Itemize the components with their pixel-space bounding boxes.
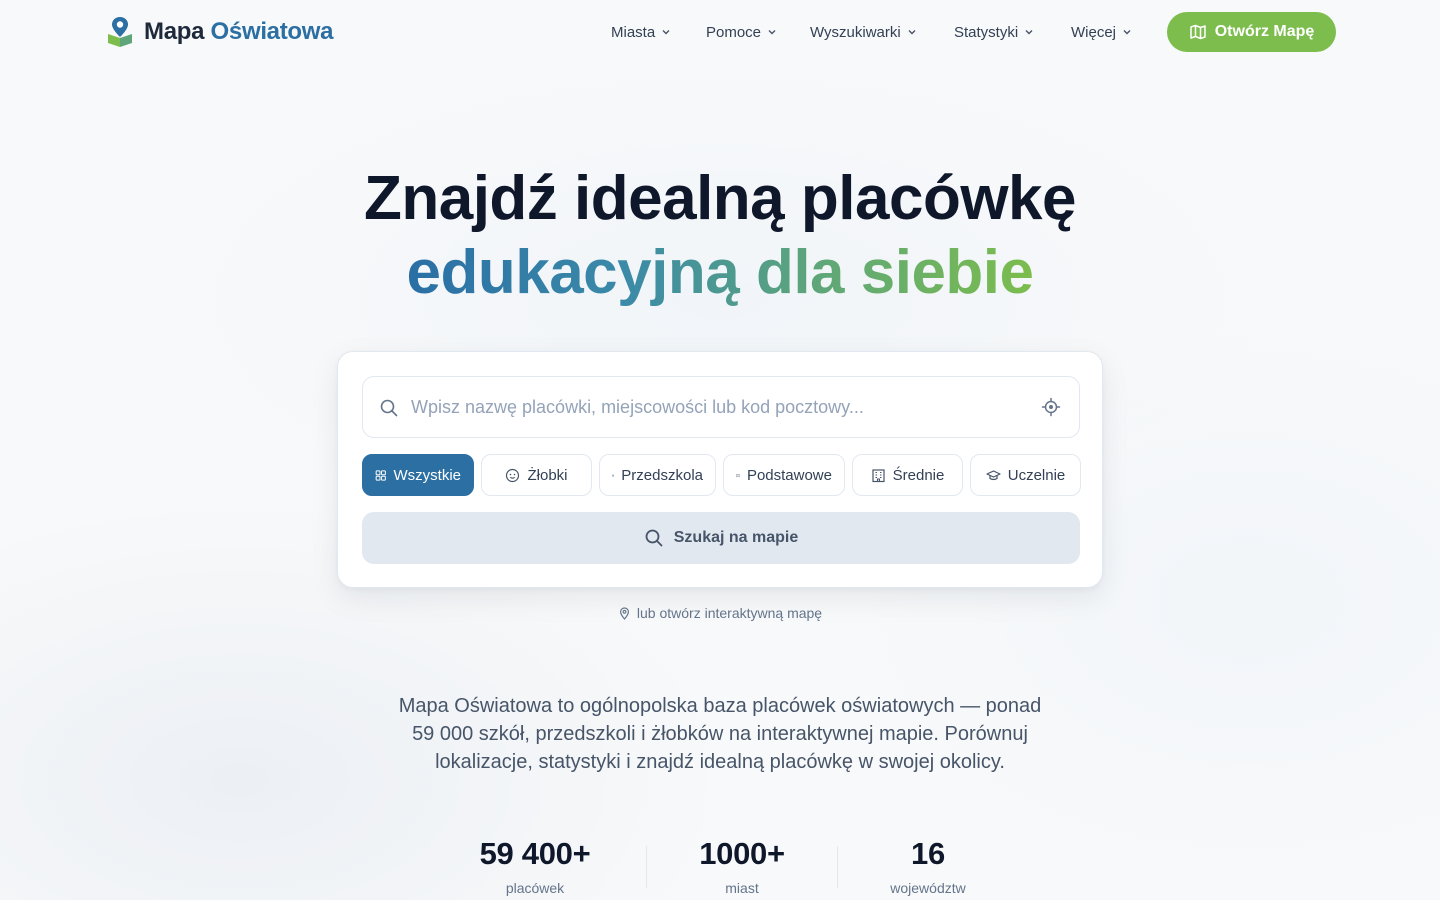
filter-label: Wszystkie [393, 466, 462, 484]
category-filters: Wszystkie Żłobki Przedszkola Podstawowe … [362, 454, 1081, 496]
search-icon [380, 399, 398, 417]
chevron-down-icon [1025, 30, 1033, 35]
chevron-down-icon [1123, 30, 1131, 35]
nav-item-wyszukiwarki[interactable]: Wyszukiwarki [810, 20, 954, 44]
filter-srednie[interactable]: Średnie [852, 454, 963, 496]
stat-wojewodztwa: 16 województw [866, 834, 990, 896]
chevron-down-icon [908, 30, 916, 35]
stat-value: 1000+ [699, 836, 785, 871]
open-interactive-map-link[interactable]: lub otwórz interaktywną mapę [0, 605, 1440, 621]
brand-name-part2: Oświatowa [210, 18, 334, 45]
nav-item-label: Pomoce [706, 23, 762, 41]
graduation-cap-icon [986, 469, 1001, 480]
main-nav: Miasta Pomoce Wyszukiwarki Statystyki Wi… [611, 20, 1141, 44]
chevron-down-icon [662, 30, 670, 35]
locate-me-icon[interactable] [1041, 397, 1061, 417]
filter-label: Podstawowe [746, 466, 832, 484]
nav-item-label: Więcej [1071, 23, 1117, 41]
nav-item-label: Wyszukiwarki [810, 23, 901, 41]
nav-item-pomoce[interactable]: Pomoce [706, 20, 810, 44]
stat-label: placówek [505, 880, 565, 896]
book-open-icon [736, 473, 740, 477]
brand-name: Mapa Oświatowa [144, 18, 334, 46]
search-box [362, 376, 1080, 438]
chevron-down-icon [768, 30, 776, 35]
search-card: Wszystkie Żłobki Przedszkola Podstawowe … [337, 351, 1103, 588]
nav-item-label: Statystyki [954, 23, 1019, 41]
open-map-button[interactable]: Otwórz Mapę [1167, 12, 1336, 52]
search-on-map-button[interactable]: Szukaj na mapie [362, 512, 1080, 564]
blocks-icon [612, 473, 615, 477]
hero-title: Znajdź idealną placówkę edukacyjną dla s… [0, 162, 1440, 310]
brand-name-part1: Mapa [144, 18, 205, 45]
nav-item-miasta[interactable]: Miasta [611, 20, 706, 44]
stats-row: 59 400+ placówek 1000+ miast 16 wojewódz… [0, 834, 1440, 900]
search-input[interactable] [411, 377, 1031, 437]
baby-icon [506, 468, 520, 482]
filter-label: Uczelnie [1007, 466, 1066, 484]
brand-logo[interactable]: Mapa Oświatowa [106, 14, 334, 50]
stat-label: miast [725, 880, 759, 896]
nav-item-label: Miasta [611, 23, 656, 41]
stat-value: 59 400+ [479, 836, 591, 871]
search-icon [645, 529, 663, 547]
stat-miasta: 1000+ miast [680, 834, 804, 896]
map-pin-book-icon [108, 17, 132, 47]
building-icon [872, 468, 885, 482]
map-pin-icon [619, 606, 629, 620]
stat-value: 16 [911, 836, 945, 871]
map-icon [1189, 24, 1206, 40]
stat-placowki: 59 400+ placówek [460, 834, 610, 896]
filter-label: Przedszkola [621, 466, 703, 484]
filter-przedszkola[interactable]: Przedszkola [599, 454, 716, 496]
site-header: Mapa Oświatowa Miasta Pomoce Wyszukiwark… [0, 0, 1440, 64]
stat-label: województw [890, 880, 966, 896]
filter-wszystkie[interactable]: Wszystkie [362, 454, 474, 496]
open-map-label: Otwórz Mapę [1214, 23, 1315, 40]
filter-label: Żłobki [527, 466, 568, 484]
nav-item-wiecej[interactable]: Więcej [1071, 20, 1141, 44]
filter-uczelnie[interactable]: Uczelnie [970, 454, 1081, 496]
map-link-label: lub otwórz interaktywną mapę [636, 605, 823, 621]
search-button-label: Szukaj na mapie [673, 529, 799, 546]
hero-title-line1: Znajdź idealną placówkę [363, 164, 1077, 233]
filter-zlobki[interactable]: Żłobki [481, 454, 592, 496]
nav-item-statystyki[interactable]: Statystyki [954, 20, 1071, 44]
grid-icon [375, 469, 386, 481]
stat-divider [646, 846, 647, 888]
stat-divider [837, 846, 838, 888]
site-description: Mapa Oświatowa to ogólnopolska baza plac… [398, 695, 1042, 773]
hero-title-line2: edukacyjną dla siebie [406, 236, 1034, 310]
filter-podstawowe[interactable]: Podstawowe [723, 454, 845, 496]
filter-label: Średnie [892, 466, 945, 484]
